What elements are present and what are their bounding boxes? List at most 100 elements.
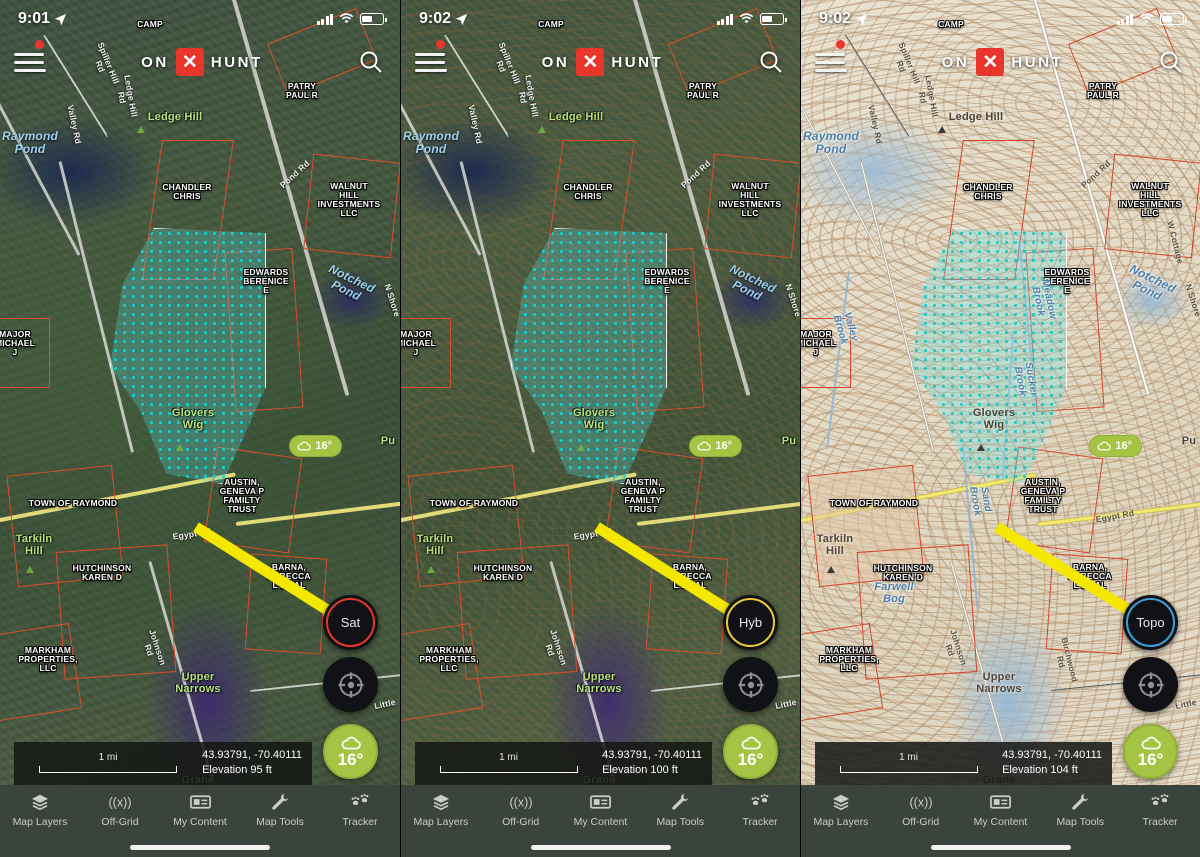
status-clock: 9:02 xyxy=(819,10,868,28)
content-card-icon xyxy=(990,792,1011,812)
elevation-value: Elevation 100 ft xyxy=(602,764,678,776)
app-bar: ON ✕ HUNT xyxy=(401,38,800,86)
locate-me-button[interactable] xyxy=(723,657,778,712)
weather-widget[interactable]: 16° xyxy=(323,724,378,779)
clock-time: 9:02 xyxy=(819,10,852,27)
tab-label: Map Tools xyxy=(1056,816,1105,828)
app-logo: ON ✕ HUNT xyxy=(542,48,664,76)
logo-x-icon: ✕ xyxy=(576,48,605,76)
tab-label: Map Layers xyxy=(813,816,869,828)
cloud-icon xyxy=(341,736,361,749)
tab-map-layers[interactable]: Map Layers xyxy=(803,792,879,828)
menu-button[interactable] xyxy=(14,40,46,75)
parcel-barna-rebecca[interactable] xyxy=(1045,553,1129,655)
tab-map-layers[interactable]: Map Layers xyxy=(403,792,479,828)
weather-pill-temp: 16° xyxy=(715,440,732,452)
tab-label: Tracker xyxy=(742,816,778,828)
crosshair-locate-icon xyxy=(738,672,763,697)
wifi-icon xyxy=(1139,13,1154,24)
tab-off-grid[interactable]: ((x)) Off-Grid xyxy=(82,792,158,829)
cloud-icon xyxy=(1097,441,1112,451)
map-label-n-shore: N Shore xyxy=(382,282,400,319)
wifi-icon xyxy=(739,13,754,24)
map-label-upper-narrows: Upper Narrows xyxy=(576,671,622,695)
tab-off-grid[interactable]: ((x)) Off-Grid xyxy=(483,792,559,829)
scale-indicator: 1 mi xyxy=(825,752,992,773)
parcel-walnut-hill[interactable] xyxy=(704,153,800,259)
home-indicator[interactable] xyxy=(130,845,270,850)
parcel-walnut-hill[interactable] xyxy=(1104,153,1200,259)
tab-label: My Content xyxy=(573,816,628,828)
logo-text-hunt: HUNT xyxy=(611,53,664,71)
weather-pill[interactable]: 16° xyxy=(289,435,342,457)
scale-label: 1 mi xyxy=(98,752,118,763)
tab-label: My Content xyxy=(173,816,227,828)
map-label-pu: Pu xyxy=(380,435,396,447)
map-info-bar: 1 mi 43.93791, -70.40111 Elevation 100 f… xyxy=(415,742,712,785)
app-bar: ON ✕ HUNT xyxy=(801,38,1200,86)
tab-tracker[interactable]: Tracker xyxy=(322,792,398,828)
weather-widget[interactable]: 16° xyxy=(1123,724,1178,779)
parcel-barna-rebecca[interactable] xyxy=(645,553,729,655)
map-tools-icon xyxy=(670,792,690,812)
scale-bar-graphic xyxy=(839,766,978,773)
tab-my-content[interactable]: My Content xyxy=(962,792,1038,828)
map-type-button-topo[interactable]: Topo xyxy=(1123,595,1178,650)
search-button[interactable] xyxy=(1158,49,1184,75)
parcel-major-michael[interactable] xyxy=(401,318,451,388)
tab-tracker[interactable]: Tracker xyxy=(722,792,798,828)
map-label-raymond-pond: Raymond Pond xyxy=(1,129,59,156)
parcel-markham-properties[interactable] xyxy=(0,623,83,723)
map-type-button-hyb[interactable]: Hyb xyxy=(723,595,778,650)
map-label-pu: Pu xyxy=(781,435,797,447)
public-land-polygon[interactable] xyxy=(911,228,1067,484)
map-info-bar: 1 mi 43.93791, -70.40111 Elevation 95 ft xyxy=(14,742,312,785)
elevation-value: Elevation 95 ft xyxy=(202,764,272,776)
parcel-barna-rebecca[interactable] xyxy=(244,553,328,655)
weather-pill[interactable]: 16° xyxy=(689,435,742,457)
parcel-major-michael[interactable] xyxy=(0,318,50,388)
clock-time: 9:01 xyxy=(18,10,51,27)
crosshair-locate-icon xyxy=(338,672,363,697)
public-land-polygon[interactable] xyxy=(110,228,266,484)
search-icon xyxy=(360,51,382,73)
tab-map-tools[interactable]: Map Tools xyxy=(1042,792,1118,828)
search-button[interactable] xyxy=(758,49,784,75)
scale-bar-graphic xyxy=(439,766,578,773)
tab-map-tools[interactable]: Map Tools xyxy=(642,792,718,828)
map-type-button-sat[interactable]: Sat xyxy=(323,595,378,650)
tab-tracker[interactable]: Tracker xyxy=(1122,792,1198,828)
weather-temp: 16° xyxy=(737,749,764,769)
search-button[interactable] xyxy=(358,49,384,75)
tab-off-grid[interactable]: ((x)) Off-Grid xyxy=(883,792,959,829)
tab-map-tools[interactable]: Map Tools xyxy=(242,792,318,828)
logo-x-icon: ✕ xyxy=(175,48,204,76)
search-icon xyxy=(1160,51,1182,73)
home-indicator[interactable] xyxy=(530,845,671,850)
menu-button[interactable] xyxy=(815,40,847,75)
map-label-upper-narrows: Upper Narrows xyxy=(175,671,221,695)
logo-text-on: ON xyxy=(941,53,970,71)
tab-map-layers[interactable]: Map Layers xyxy=(2,792,78,828)
map-tools-icon xyxy=(1070,792,1090,812)
weather-pill[interactable]: 16° xyxy=(1089,435,1142,457)
locate-me-button[interactable] xyxy=(1123,657,1178,712)
parcel-markham-properties[interactable] xyxy=(401,623,484,723)
parcel-markham-properties[interactable] xyxy=(801,623,884,723)
weather-widget[interactable]: 16° xyxy=(723,724,778,779)
animal-tracks-icon xyxy=(349,792,371,812)
home-indicator[interactable] xyxy=(930,845,1071,850)
tab-my-content[interactable]: My Content xyxy=(162,792,238,828)
tab-my-content[interactable]: My Content xyxy=(562,792,638,828)
svg-text:((x)): ((x)) xyxy=(108,796,131,810)
status-bar: 9:01 xyxy=(0,0,400,38)
locate-me-button[interactable] xyxy=(323,657,378,712)
animal-tracks-icon xyxy=(1149,792,1171,812)
parcel-walnut-hill[interactable] xyxy=(303,153,400,259)
app-bar: ON ✕ HUNT xyxy=(0,38,400,86)
content-card-icon xyxy=(189,792,211,812)
public-land-polygon[interactable] xyxy=(511,228,667,484)
parcel-major-michael[interactable] xyxy=(801,318,851,388)
weather-temp: 16° xyxy=(337,749,364,769)
menu-button[interactable] xyxy=(415,40,447,75)
